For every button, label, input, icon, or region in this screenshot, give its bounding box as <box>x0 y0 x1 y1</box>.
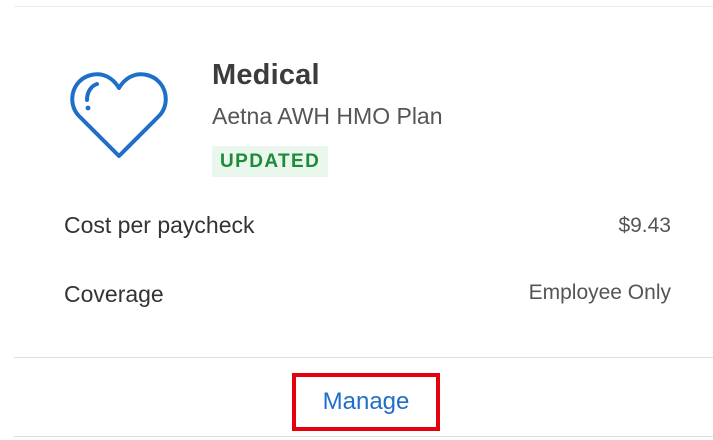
cost-per-paycheck-value: $9.43 <box>618 214 671 237</box>
cost-per-paycheck-label: Cost per paycheck <box>64 212 255 238</box>
manage-button[interactable]: Manage <box>296 377 436 427</box>
coverage-value: Employee Only <box>528 281 671 304</box>
card-top-border <box>14 6 713 7</box>
coverage-label: Coverage <box>64 281 164 307</box>
card-divider <box>14 357 713 358</box>
status-badge: UPDATED <box>212 146 329 177</box>
plan-title: Medical <box>212 59 320 91</box>
plan-name: Aetna AWH HMO Plan <box>212 103 443 129</box>
heart-icon <box>70 72 168 158</box>
card-bottom-border <box>14 436 713 437</box>
benefit-card: Medical Aetna AWH HMO Plan UPDATED Cost … <box>0 0 713 440</box>
